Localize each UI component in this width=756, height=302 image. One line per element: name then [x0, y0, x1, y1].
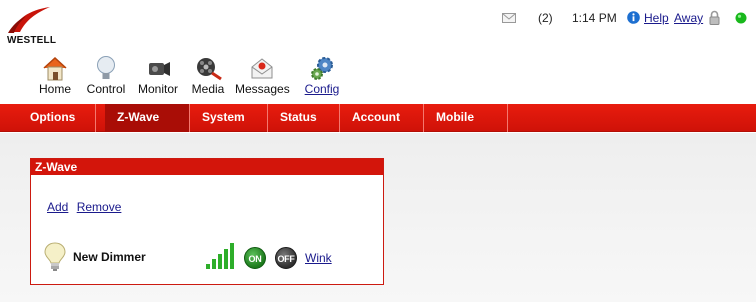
nav-monitor[interactable]: Monitor: [131, 55, 185, 96]
tab-account[interactable]: Account: [340, 104, 424, 132]
tab-system[interactable]: System: [190, 104, 268, 132]
signal-strength-icon: [206, 242, 240, 273]
logo-swoosh-icon: [8, 7, 50, 33]
gears-icon: [311, 57, 333, 80]
clock: 1:14 PM: [572, 11, 617, 25]
tab-options[interactable]: Options: [18, 104, 96, 132]
lock-icon: [709, 10, 720, 28]
house-icon: [43, 56, 67, 81]
info-icon[interactable]: [627, 11, 640, 27]
wink-link[interactable]: Wink: [305, 251, 332, 265]
nav-config[interactable]: Config: [295, 55, 349, 96]
lightbulb-icon: [97, 56, 115, 79]
remove-link[interactable]: Remove: [77, 200, 122, 214]
add-link[interactable]: Add: [47, 200, 68, 214]
off-button[interactable]: OFF: [275, 247, 297, 269]
device-row: New Dimmer ON OFF Wink: [43, 241, 373, 273]
panel-title: Z-Wave: [31, 159, 383, 175]
nav-control[interactable]: Control: [79, 55, 133, 96]
tab-z-wave[interactable]: Z-Wave: [105, 104, 190, 132]
tab-bar: Options Z-Wave System Status Account Mob…: [0, 104, 756, 132]
lightbulb-icon: [43, 241, 67, 276]
help-link[interactable]: Help: [644, 11, 669, 25]
away-mode-link[interactable]: Away: [674, 11, 703, 25]
logo-text: WESTELL: [7, 35, 57, 46]
device-name: New Dimmer: [73, 250, 146, 264]
tab-mobile[interactable]: Mobile: [424, 104, 508, 132]
camera-icon: [149, 62, 170, 76]
panel-actions: Add Remove: [47, 200, 126, 214]
content-area: Z-Wave Add Remove New Dimmer ON OFF Wink: [0, 133, 756, 302]
envelope-icon[interactable]: [502, 12, 516, 26]
on-button[interactable]: ON: [244, 247, 266, 269]
nav-messages[interactable]: Messages: [235, 55, 290, 96]
envelope-icon: [251, 58, 273, 79]
nav-media[interactable]: Media: [181, 55, 235, 96]
tab-status[interactable]: Status: [268, 104, 340, 132]
nav-home[interactable]: Home: [28, 55, 82, 96]
message-count[interactable]: (2): [538, 11, 553, 25]
westell-logo: WESTELL: [6, 6, 56, 48]
film-reel-icon: [197, 58, 222, 81]
z-wave-panel: Z-Wave Add Remove New Dimmer ON OFF Wink: [30, 158, 384, 285]
status-dot-icon: [735, 12, 747, 27]
